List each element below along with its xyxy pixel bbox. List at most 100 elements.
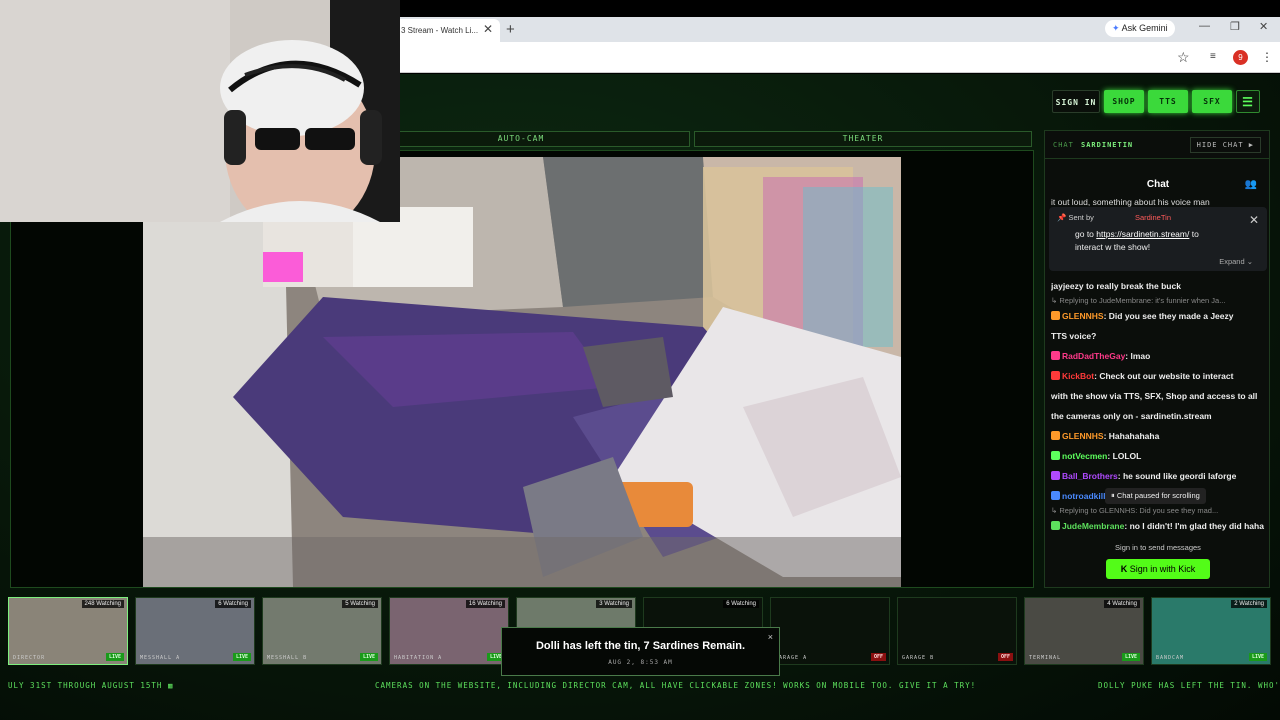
watching-count: 5 Watching — [342, 600, 378, 608]
pin-text: go to https://sardinetin.stream/ to — [1075, 229, 1199, 239]
chat-line-partial: it out loud, something about his voice m… — [1051, 197, 1210, 207]
chat-username[interactable]: Ball_Brothers — [1062, 471, 1118, 481]
extensions-icon[interactable]: ≡ — [1210, 51, 1216, 62]
tts-button[interactable]: TTS — [1148, 90, 1188, 113]
chat-text: jayjeezy to really break the buck — [1051, 281, 1181, 291]
sign-in-button[interactable]: SIGN IN — [1052, 90, 1100, 113]
kick-icon: K — [1120, 564, 1130, 574]
chat-text: lmao — [1130, 351, 1151, 361]
chat-message: GLENNHS: Hahahahaha — [1051, 426, 1267, 446]
streamer-webcam — [0, 0, 400, 222]
maximize-icon[interactable]: ❐ — [1230, 20, 1240, 33]
camera-thumbnail[interactable]: 6 Watching MESSHALL A LIVE — [135, 597, 255, 665]
gemini-icon: ✦ — [1112, 23, 1120, 33]
camera-name: TERMINAL — [1029, 655, 1062, 661]
camera-thumbnail[interactable]: 5 Watching MESSHALL B LIVE — [262, 597, 382, 665]
signin-note: Sign in to send messages — [1115, 543, 1201, 552]
chat-username[interactable]: KickBot — [1062, 371, 1094, 381]
browser-menu-icon[interactable]: ⋮ — [1261, 50, 1273, 64]
status-badge: LIVE — [105, 653, 124, 661]
camera-thumbnail[interactable]: 248 Watching DIRECTOR LIVE — [8, 597, 128, 665]
hide-chat-button[interactable]: HIDE CHAT ▶ — [1189, 137, 1261, 153]
ticker-item: DOLLY PUKE HAS LEFT THE TIN. WHO'S NE — [1098, 681, 1280, 690]
chat-paused-label: Chat paused for scrolling — [1116, 491, 1200, 500]
chat-username[interactable]: RadDadTheGay — [1062, 351, 1125, 361]
header-buttons: SIGN IN SHOP TTS SFX ☰ — [1052, 90, 1260, 113]
chat-message: Ball_Brothers: he sound like geordi lafo… — [1051, 466, 1267, 486]
chat-username[interactable]: GLENNHS — [1062, 311, 1104, 321]
theater-button[interactable]: THEATER — [694, 131, 1032, 147]
user-badge-icon — [1051, 471, 1060, 480]
chat-channel: SARDINETIN — [1081, 141, 1134, 149]
chat-text: TTS voice? — [1051, 331, 1097, 341]
pin-icon: 📌 — [1057, 213, 1069, 222]
chat-header: CHAT SARDINETIN HIDE CHAT ▶ — [1045, 131, 1269, 159]
new-tab-button[interactable]: + — [506, 21, 515, 38]
chat-text: he sound like geordi laforge — [1122, 471, 1237, 481]
watching-count: 6 Watching — [215, 600, 251, 608]
shop-button[interactable]: SHOP — [1104, 90, 1144, 113]
user-badge-icon — [1051, 491, 1060, 500]
chat-text: with the show via TTS, SFX, Shop and acc… — [1051, 391, 1258, 401]
user-badge-icon — [1051, 351, 1060, 360]
status-badge: OFF — [997, 653, 1013, 661]
user-badge-icon — [1051, 431, 1060, 440]
camera-name: MESSHALL A — [140, 655, 181, 661]
chat-message: with the show via TTS, SFX, Shop and acc… — [1051, 386, 1267, 406]
camera-thumbnail[interactable]: GARAGE A OFF — [770, 597, 890, 665]
chat-message: KickBot: Check out our website to intera… — [1051, 366, 1267, 386]
tab-close-icon[interactable]: ✕ — [483, 22, 493, 36]
status-badge: LIVE — [1248, 653, 1267, 661]
user-badge-icon — [1051, 451, 1060, 460]
close-window-icon[interactable]: ✕ — [1259, 20, 1268, 33]
chat-username[interactable]: notVecmen — [1062, 451, 1107, 461]
camera-thumbnail[interactable]: 2 Watching BANDCAM LIVE — [1151, 597, 1271, 665]
chat-message: JudeMembrane: no I didn't! I'm glad they… — [1051, 516, 1267, 536]
watching-count: 16 Watching — [465, 600, 505, 608]
pin-link[interactable]: https://sardinetin.stream/ — [1096, 229, 1189, 239]
watching-count: 4 Watching — [1104, 600, 1140, 608]
minimize-icon[interactable]: — — [1199, 20, 1210, 32]
chat-message: the cameras only on - sardinetin.stream — [1051, 406, 1267, 426]
camera-thumbnail[interactable]: 4 Watching TERMINAL LIVE — [1024, 597, 1144, 665]
chat-username[interactable]: notroadkill — [1062, 491, 1105, 501]
ask-gemini-label: Ask Gemini — [1121, 23, 1168, 33]
camera-thumbnail[interactable]: 16 Watching HABITATION A LIVE — [389, 597, 509, 665]
pin-user[interactable]: SardineTin — [1135, 213, 1171, 222]
chat-message: RadDadTheGay: lmao — [1051, 346, 1267, 366]
camera-name: BANDCAM — [1156, 655, 1185, 661]
camera-name: DIRECTOR — [13, 655, 46, 661]
expand-button[interactable]: Expand ⌄ — [1219, 257, 1253, 266]
kick-button-label: Sign in with Kick — [1129, 564, 1196, 574]
chat-panel: CHAT SARDINETIN HIDE CHAT ▶ Chat 👥 it ou… — [1044, 130, 1270, 588]
chat-username[interactable]: JudeMembrane — [1062, 521, 1124, 531]
chat-username[interactable]: GLENNHS — [1062, 431, 1104, 441]
streamer-image — [0, 0, 400, 222]
pin-text-before: go to — [1075, 229, 1097, 239]
chat-text: ↳ Replying to JudeMembrane: it's funnier… — [1051, 296, 1226, 305]
profile-avatar[interactable]: 9 — [1233, 50, 1248, 65]
chat-message: TTS voice? — [1051, 326, 1267, 346]
sign-in-with-kick-button[interactable]: K Sign in with Kick — [1106, 559, 1210, 579]
status-badge: LIVE — [232, 653, 251, 661]
toast-close-icon[interactable]: × — [768, 632, 773, 642]
camera-name: HABITATION A — [394, 655, 443, 661]
chat-text: Did you see they made a Jeezy — [1108, 311, 1234, 321]
news-ticker: ULY 31ST THROUGH AUGUST 15TH ▦ CAMERAS O… — [0, 679, 1280, 693]
chat-text: Hahahahaha — [1108, 431, 1160, 441]
close-icon[interactable]: ✕ — [1249, 213, 1259, 227]
chat-text: Check out our website to interact — [1099, 371, 1234, 381]
ask-gemini-button[interactable]: ✦ Ask Gemini — [1105, 20, 1175, 37]
chat-text: the cameras only on - sardinetin.stream — [1051, 411, 1212, 421]
bookmark-star-icon[interactable]: ☆ — [1177, 49, 1190, 66]
pin-sent-by: 📌 Sent by — [1057, 213, 1094, 222]
camera-thumbnail[interactable]: GARAGE B OFF — [897, 597, 1017, 665]
hamburger-icon[interactable]: ☰ — [1236, 90, 1260, 113]
users-icon[interactable]: 👥 — [1245, 179, 1257, 190]
view-mode-bar: AUTO-CAM THEATER — [352, 131, 1032, 147]
camera-name: MESSHALL B — [267, 655, 308, 661]
chat-paused-indicator[interactable]: ⏸ Chat paused for scrolling — [1105, 488, 1206, 504]
user-badge-icon — [1051, 311, 1060, 320]
auto-cam-button[interactable]: AUTO-CAM — [352, 131, 690, 147]
sfx-button[interactable]: SFX — [1192, 90, 1232, 113]
